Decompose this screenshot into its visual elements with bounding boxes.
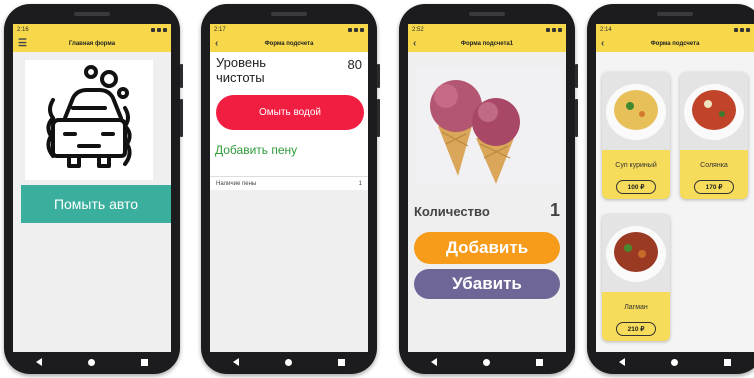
back-icon[interactable]: ‹	[413, 35, 416, 52]
phone-icecream: 2:52 ‹ Форма подсчета1 Количество 1 Доба…	[399, 4, 578, 374]
wash-car-button[interactable]: Помыть авто	[21, 185, 171, 223]
speaker	[657, 12, 693, 16]
remove-button[interactable]: Убавить	[414, 269, 560, 299]
add-button[interactable]: Добавить	[414, 232, 560, 264]
quantity-value: 1	[549, 200, 560, 220]
app-bar: ☰ Главная форма	[13, 35, 171, 52]
status-time: 2:52	[412, 26, 424, 33]
nav-recent-icon[interactable]	[536, 358, 543, 366]
system-nav-bar	[210, 353, 368, 371]
back-icon[interactable]: ‹	[601, 35, 604, 52]
status-icons	[546, 27, 562, 32]
status-bar: 2:14	[596, 24, 754, 35]
page-title: Форма подсчета	[650, 40, 700, 47]
phone-menu: 2:14 ‹ Форма подсчета Суп куриный 100 ₽ …	[587, 4, 754, 374]
status-time: 2:14	[600, 26, 612, 33]
menu-icon[interactable]: ☰	[18, 35, 27, 52]
cleanliness-value: 80	[347, 57, 362, 72]
nav-back-icon[interactable]	[431, 358, 437, 366]
nav-home-icon[interactable]	[285, 358, 292, 366]
main-content: Количество 1 Добавить Убавить	[408, 52, 566, 352]
status-icons	[151, 27, 167, 32]
nav-back-icon[interactable]	[233, 358, 239, 366]
dish-card[interactable]: Суп куриный 100 ₽	[602, 72, 670, 199]
phone-count: 2:17 ‹ Форма подсчета Уровень чистоты 80…	[201, 4, 380, 374]
page-title: Форма подсчета	[264, 40, 314, 47]
nav-back-icon[interactable]	[36, 358, 42, 366]
power-button	[180, 64, 183, 88]
page-title: Форма подсчета1	[460, 40, 514, 47]
nav-home-icon[interactable]	[88, 358, 95, 366]
dish-card[interactable]: Солянка 170 ₽	[680, 72, 748, 199]
speaker	[271, 12, 307, 16]
main-content: Помыть авто	[13, 52, 171, 352]
dish-name: Лагман	[624, 304, 648, 311]
dish-name: Суп куриный	[615, 162, 657, 169]
nav-recent-icon[interactable]	[338, 358, 345, 366]
main-content: Уровень чистоты 80 Омыть водой Добавить …	[210, 52, 368, 352]
status-bar: 2:16	[13, 24, 171, 35]
nav-recent-icon[interactable]	[724, 358, 731, 366]
screen-count: 2:17 ‹ Форма подсчета Уровень чистоты 80…	[210, 24, 368, 352]
volume-button	[180, 99, 183, 137]
soup-photo	[602, 72, 670, 150]
system-nav-bar	[596, 353, 754, 371]
nav-home-icon[interactable]	[483, 358, 490, 366]
add-foam-button[interactable]: Добавить пену	[215, 144, 297, 157]
ice-cream-image	[416, 66, 562, 184]
foam-row-label: Наличие пены	[216, 180, 257, 187]
power-button	[575, 64, 578, 88]
nav-home-icon[interactable]	[671, 358, 678, 366]
solyanka-photo	[680, 72, 748, 150]
dish-price-button[interactable]: 100 ₽	[616, 180, 656, 194]
app-bar: ‹ Форма подсчета	[210, 35, 368, 52]
dish-name: Солянка	[700, 162, 728, 169]
screen-main: 2:16 ☰ Главная форма Помыть авто	[13, 24, 171, 352]
foam-row-value: 1	[358, 180, 362, 187]
car-wash-icon	[25, 60, 153, 180]
status-time: 2:16	[17, 26, 29, 33]
app-bar: ‹ Форма подсчета	[596, 35, 754, 52]
speaker	[469, 12, 505, 16]
status-bar: 2:17	[210, 24, 368, 35]
wash-water-button[interactable]: Омыть водой	[216, 95, 364, 130]
power-button	[377, 64, 380, 88]
cleanliness-label: Уровень чистоты	[216, 55, 267, 85]
screen-icecream: 2:52 ‹ Форма подсчета1 Количество 1 Доба…	[408, 24, 566, 352]
dish-card[interactable]: Лагман 210 ₽	[602, 214, 670, 341]
volume-button	[575, 99, 578, 137]
foam-row: Наличие пены 1	[210, 176, 368, 190]
dish-price-button[interactable]: 210 ₽	[616, 322, 656, 336]
main-content: Суп куриный 100 ₽ Солянка 170 ₽ Лагман 2…	[596, 52, 754, 352]
phone-main: 2:16 ☰ Главная форма Помыть авто	[4, 4, 183, 374]
status-icons	[734, 27, 750, 32]
system-nav-bar	[408, 353, 566, 371]
screen-menu: 2:14 ‹ Форма подсчета Суп куриный 100 ₽ …	[596, 24, 754, 352]
nav-back-icon[interactable]	[619, 358, 625, 366]
nav-recent-icon[interactable]	[141, 358, 148, 366]
page-title: Главная форма	[68, 40, 116, 47]
quantity-label: Количество	[414, 204, 490, 219]
status-time: 2:17	[214, 26, 226, 33]
volume-button	[377, 99, 380, 137]
status-icons	[348, 27, 364, 32]
system-nav-bar	[13, 353, 171, 371]
back-icon[interactable]: ‹	[215, 35, 218, 52]
lagman-photo	[602, 214, 670, 292]
speaker	[74, 12, 110, 16]
dish-price-button[interactable]: 170 ₽	[694, 180, 734, 194]
status-bar: 2:52	[408, 24, 566, 35]
app-bar: ‹ Форма подсчета1	[408, 35, 566, 52]
